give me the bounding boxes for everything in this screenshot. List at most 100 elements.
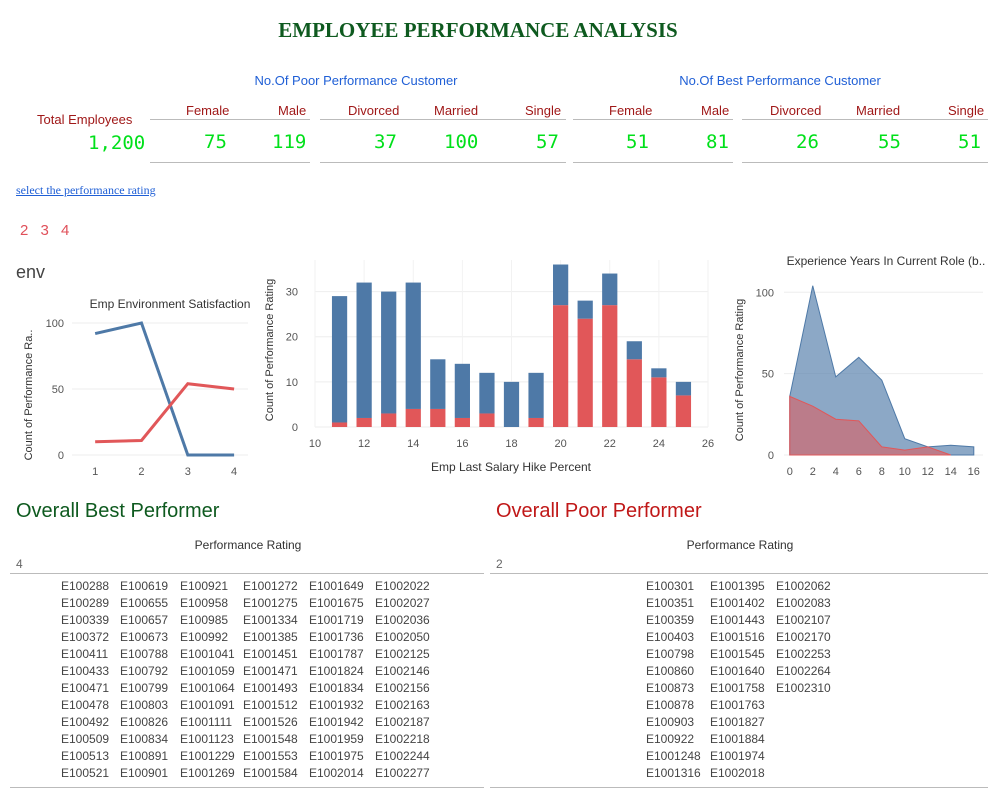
x-tick-label: 12 (358, 438, 370, 450)
employee-id: E100985 (180, 613, 229, 627)
employee-id: E100891 (120, 749, 169, 763)
employee-id: E1001272 (243, 579, 298, 593)
employee-id: E100372 (61, 630, 110, 644)
id-column: E100921 E100958 E100985 E100992 E1001041 E100… (180, 578, 235, 782)
employee-id: E1002027 (375, 596, 430, 610)
x-tick-label: 4 (833, 466, 839, 478)
x-tick-label: 16 (968, 466, 980, 478)
employee-id: E1001395 (710, 579, 765, 593)
employee-id: E1001516 (710, 630, 765, 644)
rating-filter: 2 3 4 (20, 222, 76, 239)
employee-id: E1001443 (710, 613, 765, 627)
employee-id: E1001649 (309, 579, 364, 593)
id-column: E100301 E100351 E100359 E100403 E100798 E1008… (646, 578, 701, 782)
employee-id: E100799 (120, 681, 169, 695)
employee-id: E100673 (120, 630, 169, 644)
best-performance-header: No.Of Best Performance Customer (679, 73, 881, 88)
rating-option-2[interactable]: 2 (20, 222, 29, 239)
divider (573, 119, 733, 120)
employee-id: E100922 (646, 732, 695, 746)
best-single-label: Single (948, 103, 985, 118)
best-single-value: 51 (958, 131, 981, 153)
employee-id: E1001553 (243, 749, 298, 763)
poor-female-value: 75 (204, 131, 227, 153)
employee-id: E1001787 (309, 647, 364, 661)
employee-id: E1002022 (375, 579, 430, 593)
employee-id: E1001834 (309, 681, 364, 695)
employee-id: E100834 (120, 732, 169, 746)
employee-id: E100359 (646, 613, 695, 627)
bar-segment-blue (553, 264, 569, 306)
poor-male-value: 119 (272, 131, 307, 153)
x-tick-label: 2 (138, 466, 144, 478)
id-column: E100619 E100655 E100657 E100673 E100788 E1007… (120, 578, 168, 782)
employee-id: E100878 (646, 698, 695, 712)
y-axis-label: Count of Performance Ra.. (23, 330, 35, 461)
employee-id: E100903 (646, 715, 695, 729)
employee-id: E1001959 (309, 732, 364, 746)
id-column: E1001649 E1001675 E1001719 E1001736 E1001787… (309, 578, 364, 782)
x-tick-label: 26 (702, 438, 714, 450)
employee-id: E1001942 (309, 715, 364, 729)
employee-id: E1002170 (776, 630, 831, 644)
x-tick-label: 10 (899, 466, 911, 478)
employee-id: E1001640 (710, 664, 765, 678)
employee-id: E100921 (180, 579, 229, 593)
employee-id: E100657 (120, 613, 169, 627)
employee-id: E1002062 (776, 579, 831, 593)
experience-years-chart: Experience Years In Current Role (b.. Co… (734, 254, 985, 478)
employee-id: E1001091 (180, 698, 235, 712)
employee-id: E100655 (120, 596, 169, 610)
employee-id: E1001471 (243, 664, 298, 678)
employee-id: E100788 (120, 647, 169, 661)
employee-id: E100509 (61, 732, 110, 746)
bar-segment-red (479, 413, 495, 427)
employee-id: E1002083 (776, 596, 831, 610)
poor-female-label: Female (186, 103, 230, 118)
employee-id: E1002187 (375, 715, 430, 729)
id-column: E1002062 E1002083 E1002107 E1002170 E1002253… (776, 578, 831, 697)
employee-id: E1002036 (375, 613, 430, 627)
employee-id: E1001059 (180, 664, 235, 678)
x-tick-label: 2 (810, 466, 816, 478)
bar-segment-red (528, 417, 544, 427)
divider (150, 162, 310, 163)
y-axis-label: Count of Performance Rating (264, 279, 276, 421)
employee-id: E1002050 (375, 630, 430, 644)
employee-id: E1001975 (309, 749, 364, 763)
employee-id: E1001974 (710, 749, 765, 763)
divider (573, 162, 733, 163)
employee-id: E100492 (61, 715, 110, 729)
best-married-label: Married (856, 103, 901, 118)
rating-option-4[interactable]: 4 (61, 222, 70, 239)
employee-id: E100619 (120, 579, 169, 593)
poor-married-label: Married (434, 103, 479, 118)
id-column: E1001272 E1001275 E1001334 E1001385 E1001451… (243, 578, 298, 782)
employee-id: E100826 (120, 715, 169, 729)
y-tick-label: 20 (286, 332, 298, 344)
employee-id: E1001675 (309, 596, 364, 610)
divider (490, 573, 988, 574)
employee-id: E100289 (61, 596, 110, 610)
x-tick-label: 6 (856, 466, 862, 478)
poor-single-value: 57 (536, 131, 559, 153)
poor-performance-header: No.Of Poor Performance Customer (254, 73, 458, 88)
rating-option-3[interactable]: 3 (41, 222, 50, 239)
employee-id: E100992 (180, 630, 229, 644)
employee-id: E1001758 (710, 681, 765, 695)
select-performance-rating-link[interactable]: select the performance rating (16, 183, 156, 198)
bar-segment-blue (356, 282, 372, 418)
bar-segment-blue (602, 273, 618, 306)
env-label: env (16, 262, 46, 282)
employee-id: E100478 (61, 698, 110, 712)
bar-segment-blue (503, 381, 520, 427)
x-tick-label: 4 (231, 466, 237, 478)
employee-id: E100513 (61, 749, 110, 763)
x-tick-label: 14 (945, 466, 957, 478)
employee-id: E1001334 (243, 613, 298, 627)
bar-segment-blue (405, 282, 421, 409)
bar-segment-red (651, 377, 667, 427)
bar-segment-blue (528, 372, 544, 418)
divider (742, 162, 988, 163)
employee-id: E1001123 (180, 732, 234, 746)
